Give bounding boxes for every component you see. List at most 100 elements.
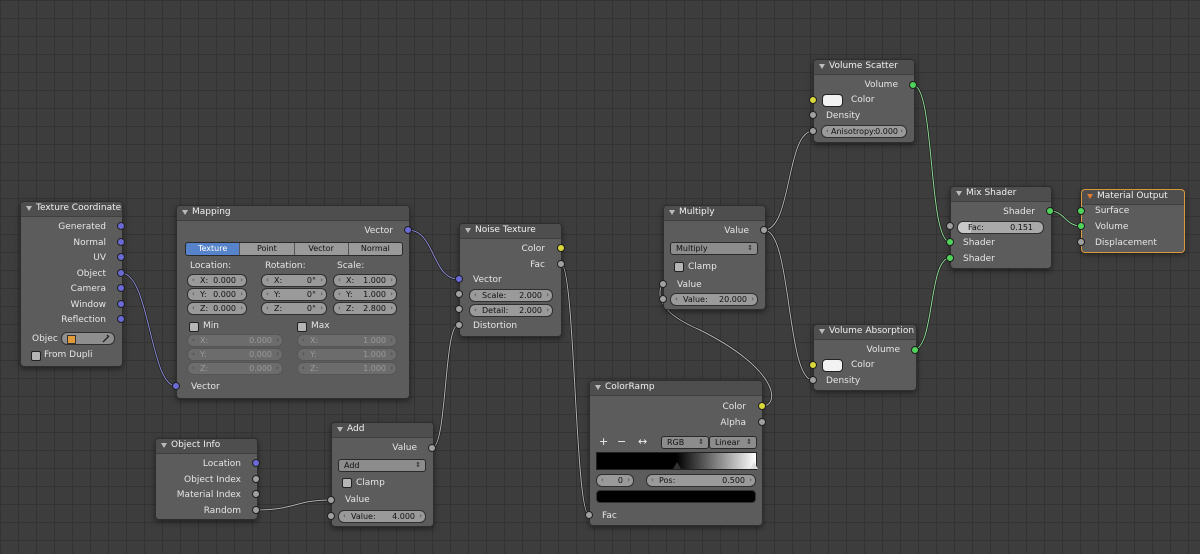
min-y-field[interactable]: ‹ Y: 0.000 › (187, 348, 283, 361)
collapse-triangle-icon[interactable] (182, 210, 188, 215)
detail-field[interactable]: ‹ Detail: 2.000 › (469, 304, 553, 317)
collapse-triangle-icon[interactable] (819, 64, 825, 69)
tab-vector[interactable]: Vector (294, 243, 349, 255)
object-picker[interactable] (61, 332, 115, 345)
socket-ramp-fac[interactable] (585, 511, 593, 519)
collapse-triangle-icon[interactable] (465, 228, 471, 233)
socket-reflection[interactable] (117, 315, 125, 323)
min-x-field[interactable]: ‹ X: 0.000 › (187, 334, 283, 347)
min-checkbox[interactable] (189, 322, 199, 332)
location-x-field[interactable]: ‹ X: 0.000 › (187, 274, 247, 287)
socket-mix-fac[interactable] (946, 222, 954, 230)
node-header[interactable]: Texture Coordinate (21, 202, 122, 217)
ramp-stop-black[interactable] (672, 462, 681, 469)
rotation-z-field[interactable]: ‹ Z: 0° › (261, 302, 327, 315)
socket-add-in-1[interactable] (327, 496, 335, 504)
collapse-triangle-icon[interactable] (669, 210, 675, 215)
node-volume-scatter[interactable]: Volume Scatter Volume Color Density ‹ Ani… (813, 59, 915, 143)
socket-uv[interactable] (117, 253, 125, 261)
socket-noise-vector[interactable] (455, 275, 463, 283)
node-texture-coordinate[interactable]: Texture Coordinate Generated Normal UV O… (20, 201, 123, 367)
socket-multiply-in-2[interactable] (659, 295, 667, 303)
node-header[interactable]: ColorRamp (590, 381, 762, 396)
socket-generated[interactable] (117, 222, 125, 230)
socket-object[interactable] (117, 269, 125, 277)
node-object-info[interactable]: Object Info Location Object Index Materi… (155, 438, 258, 520)
collapse-triangle-icon[interactable] (1087, 194, 1093, 199)
collapse-triangle-icon[interactable] (819, 329, 825, 334)
socket-add-out[interactable] (428, 444, 436, 452)
rotation-y-field[interactable]: ‹ Y: 0° › (261, 288, 327, 301)
ramp-stop-white[interactable] (750, 462, 759, 469)
socket-noise-scale[interactable] (455, 290, 463, 298)
node-header[interactable]: Volume Scatter (814, 60, 914, 75)
node-header[interactable]: Mix Shader (951, 187, 1051, 202)
node-header[interactable]: Volume Absorption (814, 325, 916, 340)
socket-noise-color[interactable] (557, 244, 565, 252)
socket-noise-detail[interactable] (455, 305, 463, 313)
color-ramp-gradient[interactable] (596, 452, 759, 470)
clamp-checkbox[interactable] (342, 478, 352, 488)
value-field[interactable]: ‹ Value: 4.000 › (338, 510, 426, 523)
interpolation-dropdown[interactable]: Linear ⇕ (709, 436, 757, 449)
operation-dropdown[interactable]: Multiply ⇕ (670, 242, 758, 255)
node-header[interactable]: Object Info (156, 439, 257, 454)
stop-color-swatch[interactable] (596, 490, 756, 503)
socket-ramp-alpha[interactable] (758, 418, 766, 426)
collapse-triangle-icon[interactable] (26, 206, 32, 211)
socket-scatter-anisotropy[interactable] (809, 127, 817, 135)
socket-noise-fac[interactable] (557, 260, 565, 268)
socket-camera[interactable] (117, 284, 125, 292)
node-mix-shader[interactable]: Mix Shader Shader Fac: 0.151 Shader Shade… (950, 186, 1052, 269)
scale-field[interactable]: ‹ Scale: 2.000 › (469, 289, 553, 302)
socket-scatter-color[interactable] (809, 96, 817, 104)
socket-mapping-out-vector[interactable] (404, 226, 412, 234)
node-header[interactable]: Add (332, 423, 433, 438)
socket-output-surface[interactable] (1077, 207, 1085, 215)
max-checkbox[interactable] (297, 322, 307, 332)
socket-add-in-2[interactable] (327, 512, 335, 520)
socket-output-volume[interactable] (1077, 222, 1085, 230)
socket-mix-out[interactable] (1046, 207, 1054, 215)
node-multiply[interactable]: Multiply Value Multiply ⇕ Clamp Value ‹ Va… (663, 205, 766, 310)
node-material-output[interactable]: Material Output Surface Volume Displacem… (1081, 189, 1185, 253)
min-z-field[interactable]: ‹ Z: 0.000 › (187, 362, 283, 375)
collapse-triangle-icon[interactable] (595, 385, 601, 390)
socket-mapping-in-vector[interactable] (172, 382, 180, 390)
remove-stop-button[interactable]: − (617, 435, 626, 448)
add-stop-button[interactable]: + (599, 435, 608, 448)
max-x-field[interactable]: ‹ X: 1.000 › (297, 334, 397, 347)
socket-ramp-color[interactable] (758, 402, 766, 410)
tab-normal[interactable]: Normal (348, 243, 402, 255)
socket-material-index[interactable] (252, 490, 260, 498)
socket-scatter-density[interactable] (809, 111, 817, 119)
clamp-checkbox[interactable] (674, 262, 684, 272)
node-header[interactable]: Multiply (664, 206, 765, 221)
location-z-field[interactable]: ‹ Z: 0.000 › (187, 302, 247, 315)
tab-texture[interactable]: Texture (186, 243, 241, 255)
stop-index-field[interactable]: ‹ 0 › (596, 474, 634, 487)
socket-window[interactable] (117, 300, 125, 308)
fac-field[interactable]: Fac: 0.151 (957, 221, 1044, 234)
socket-mix-shader-1[interactable] (946, 238, 954, 246)
flip-ramp-button[interactable]: ↔ (638, 435, 647, 448)
node-colorramp[interactable]: ColorRamp Color Alpha + − ↔ RGB ⇕ Linear ⇕… (589, 380, 763, 526)
node-noise-texture[interactable]: Noise Texture Color Fac Vector ‹ Scale: 2.… (459, 223, 562, 337)
socket-multiply-in-1[interactable] (659, 280, 667, 288)
location-y-field[interactable]: ‹ Y: 0.000 › (187, 288, 247, 301)
mapping-type-tabs[interactable]: Texture Point Vector Normal (185, 242, 403, 256)
scale-y-field[interactable]: ‹ Y: 1.000 › (333, 288, 397, 301)
socket-output-displacement[interactable] (1077, 238, 1085, 246)
color-swatch[interactable] (822, 359, 843, 372)
rotation-x-field[interactable]: ‹ X: 0° › (261, 274, 327, 287)
node-header[interactable]: Material Output (1082, 190, 1184, 205)
scale-z-field[interactable]: ‹ Z: 2.800 › (333, 302, 397, 315)
socket-noise-distortion[interactable] (455, 321, 463, 329)
socket-object-index[interactable] (252, 475, 260, 483)
tab-point[interactable]: Point (240, 243, 295, 255)
socket-absorb-volume[interactable] (911, 346, 919, 354)
node-header[interactable]: Mapping (177, 206, 409, 221)
socket-normal[interactable] (117, 238, 125, 246)
node-volume-absorption[interactable]: Volume Absorption Volume Color Density (813, 324, 917, 391)
socket-absorb-color[interactable] (809, 361, 817, 369)
